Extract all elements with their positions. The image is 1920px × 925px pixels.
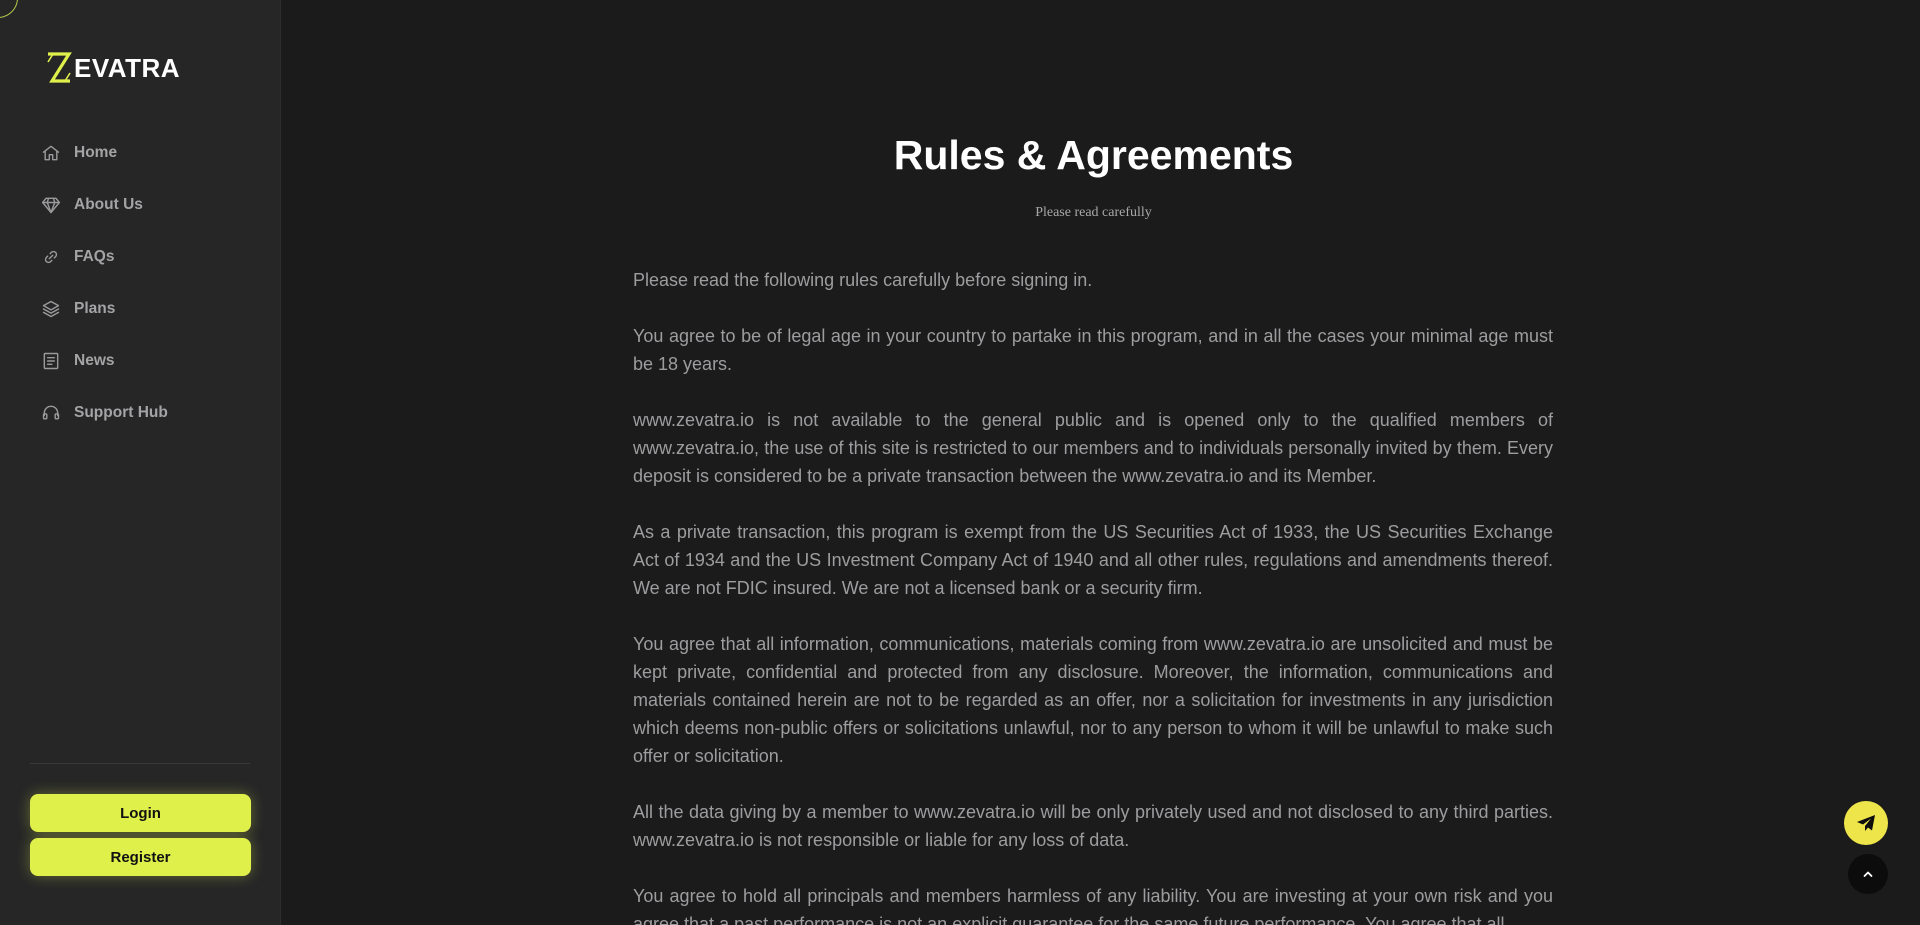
login-button[interactable]: Login <box>30 794 251 832</box>
sidebar-item-label: Plans <box>74 300 116 317</box>
telegram-button[interactable] <box>1844 801 1888 845</box>
page-title: Rules & Agreements <box>893 132 1294 178</box>
sidebar-item-label: Home <box>74 144 118 161</box>
rules-paragraph: You agree to be of legal age in your cou… <box>633 326 1553 374</box>
sidebar-divider <box>30 763 250 764</box>
brand-logo[interactable]: EVATRA <box>46 50 180 86</box>
layers-icon <box>40 298 62 320</box>
rules-paragraph: All the data giving by a member to www.z… <box>633 802 1553 850</box>
diamond-icon <box>40 194 62 216</box>
headset-icon <box>40 402 62 424</box>
link-icon <box>40 246 62 268</box>
sidebar-item-label: News <box>74 352 115 369</box>
rules-paragraph: You agree to hold all principals and mem… <box>633 886 1553 925</box>
newspaper-icon <box>40 350 62 372</box>
sidebar-item-home[interactable]: Home <box>0 127 281 179</box>
sidebar-item-label: FAQs <box>74 248 115 265</box>
sidebar: EVATRA Home About Us FAQs Plans News Sup… <box>0 0 281 925</box>
sidebar-item-support-hub[interactable]: Support Hub <box>0 387 281 439</box>
corner-ring-decoration <box>0 0 18 18</box>
home-icon <box>40 142 62 164</box>
logo-z-icon <box>47 52 72 83</box>
sidebar-item-label: Support Hub <box>74 404 168 421</box>
page-subtitle: Please read carefully <box>1035 205 1152 220</box>
rules-paragraph: www.zevatra.io is not available to the g… <box>633 410 1553 486</box>
sidebar-item-about-us[interactable]: About Us <box>0 179 281 231</box>
telegram-icon <box>1857 815 1875 831</box>
rules-text: Please read the following rules carefull… <box>633 266 1553 925</box>
register-button[interactable]: Register <box>30 838 251 876</box>
rules-paragraph: Please read the following rules carefull… <box>633 270 1093 290</box>
rules-paragraph: As a private transaction, this program i… <box>633 522 1553 598</box>
app-root: EVATRA Home About Us FAQs Plans News Sup… <box>0 0 1920 925</box>
sidebar-item-faqs[interactable]: FAQs <box>0 231 281 283</box>
logo-text: EVATRA <box>74 52 181 83</box>
main-content: Rules & Agreements Please read carefully… <box>281 0 1920 925</box>
sidebar-item-plans[interactable]: Plans <box>0 283 281 335</box>
scroll-top-button[interactable] <box>1848 854 1888 894</box>
sidebar-nav: Home About Us FAQs Plans News Support Hu… <box>0 127 281 439</box>
sidebar-item-news[interactable]: News <box>0 335 281 387</box>
chevron-up-icon <box>1863 871 1873 877</box>
sidebar-item-label: About Us <box>74 196 143 213</box>
rules-paragraph: You agree that all information, communic… <box>633 634 1553 766</box>
